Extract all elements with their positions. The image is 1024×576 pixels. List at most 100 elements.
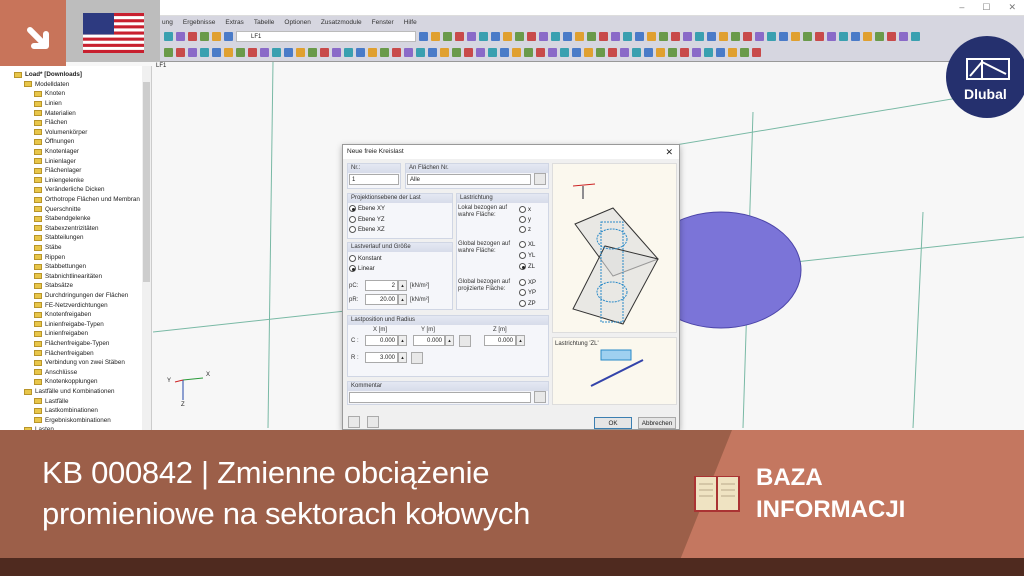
toolbar-icon[interactable]	[284, 48, 293, 57]
toolbar-icon[interactable]	[200, 31, 209, 41]
radio-xp[interactable]: XP	[519, 279, 536, 286]
toolbar-icon[interactable]	[668, 48, 677, 57]
tree-item[interactable]: Lastfälle	[34, 396, 68, 406]
toolbar-icon[interactable]	[827, 31, 836, 41]
tree-item[interactable]: Stabteilungen	[34, 233, 84, 243]
tree-item[interactable]: Lastkombinationen	[34, 406, 98, 416]
toolbar-icon[interactable]	[692, 48, 701, 57]
tree-item[interactable]: Flächenfreigaben	[34, 348, 94, 358]
toolbar-icon[interactable]	[308, 48, 317, 57]
toolbar-icon[interactable]	[659, 31, 668, 41]
toolbar-icon[interactable]	[356, 48, 365, 57]
cy-spinner[interactable]: ▴	[445, 335, 454, 346]
tree-item[interactable]: Verbindung von zwei Stäben	[34, 358, 125, 368]
tree-item[interactable]: Anschlüsse	[34, 368, 77, 378]
tree-item[interactable]: Rippen	[34, 252, 65, 262]
toolbar-icon[interactable]	[392, 48, 401, 57]
pr-input[interactable]: 20.00	[365, 294, 398, 305]
toolbar-icon[interactable]	[443, 31, 452, 41]
tree-item[interactable]: Flächenfreigabe-Typen	[34, 339, 109, 349]
close-button[interactable]: ✕	[1008, 2, 1016, 13]
toolbar-icon[interactable]	[539, 31, 548, 41]
menu-zusatzmodule[interactable]: Zusatzmodule	[321, 19, 362, 26]
toolbar-icon[interactable]	[260, 48, 269, 57]
tree-item[interactable]: Querschnitte	[34, 204, 81, 214]
tree-item[interactable]: Stabexzentrizitäten	[34, 224, 99, 234]
tree-item[interactable]: Veränderliche Dicken	[34, 185, 105, 195]
toolbar-icon[interactable]	[863, 31, 872, 41]
pr-spinner[interactable]: ▴	[398, 294, 407, 305]
tree-item[interactable]: Stäbe	[34, 243, 61, 253]
tree-item[interactable]: FE-Netzverdichtungen	[34, 300, 108, 310]
toolbar-icon[interactable]	[551, 31, 560, 41]
tree-root[interactable]: Load* [Downloads]	[14, 70, 82, 80]
toolbar-icon[interactable]	[527, 31, 536, 41]
tree-item[interactable]: Linienlager	[34, 156, 76, 166]
toolbar-icon[interactable]	[791, 31, 800, 41]
toolbar-icon[interactable]	[368, 48, 377, 57]
toolbar-icon[interactable]	[488, 48, 497, 57]
toolbar-icon[interactable]	[512, 48, 521, 57]
toolbar-icon[interactable]	[224, 48, 233, 57]
toolbar-icon[interactable]	[515, 31, 524, 41]
tree-item[interactable]: Stabbettungen	[34, 262, 86, 272]
toolbar-icon[interactable]	[752, 48, 761, 57]
toolbar-icon[interactable]	[632, 48, 641, 57]
toolbar-icon[interactable]	[452, 48, 461, 57]
pick-radius-button[interactable]	[411, 352, 423, 364]
minimize-button[interactable]: –	[959, 2, 964, 13]
tree-item[interactable]: Stabnichtlinearitäten	[34, 272, 102, 282]
maximize-button[interactable]: ☐	[982, 2, 990, 13]
radius-spinner[interactable]: ▴	[398, 352, 407, 363]
comment-library-button[interactable]	[534, 391, 546, 403]
radius-input[interactable]: 3.000	[365, 352, 398, 363]
toolbar-icon[interactable]	[467, 31, 476, 41]
cz-spinner[interactable]: ▴	[516, 335, 525, 346]
toolbar-icon[interactable]	[584, 48, 593, 57]
toolbar-icon[interactable]	[416, 48, 425, 57]
cz-input[interactable]: 0.000	[484, 335, 516, 346]
toolbar-icon[interactable]	[200, 48, 209, 57]
tree-item[interactable]: Materialien	[34, 108, 76, 118]
radio-y[interactable]: y	[519, 216, 531, 223]
tree-item[interactable]: Liniengelenke	[34, 176, 84, 186]
toolbar-icon[interactable]	[587, 31, 596, 41]
toolbar-icon[interactable]	[428, 48, 437, 57]
toolbar-icon[interactable]	[755, 31, 764, 41]
toolbar-icon[interactable]	[623, 31, 632, 41]
tree-item[interactable]: Flächen	[34, 118, 67, 128]
toolbar-icon[interactable]	[911, 31, 920, 41]
radio-zp[interactable]: ZP	[519, 300, 536, 307]
surfaces-input[interactable]: Alle	[407, 174, 531, 185]
toolbar-icon[interactable]	[419, 31, 428, 41]
toolbar-icon[interactable]	[563, 31, 572, 41]
toolbar-icon[interactable]	[380, 48, 389, 57]
radio-ebene-yz[interactable]: Ebene YZ	[349, 216, 385, 223]
tree-item[interactable]: Stabendgelenke	[34, 214, 91, 224]
toolbar-icon[interactable]	[344, 48, 353, 57]
menu-tabelle[interactable]: Tabelle	[254, 19, 275, 26]
toolbar-icon[interactable]	[611, 31, 620, 41]
toolbar-icon[interactable]	[803, 31, 812, 41]
toolbar-icon[interactable]	[176, 48, 185, 57]
toolbar-icon[interactable]	[704, 48, 713, 57]
toolbar-icon[interactable]	[479, 31, 488, 41]
tree-item[interactable]: Volumenkörper	[34, 128, 87, 138]
tree-item[interactable]: Knoten	[34, 89, 65, 99]
tree-item[interactable]: Knotenfreigaben	[34, 310, 91, 320]
us-flag-icon[interactable]	[83, 13, 144, 53]
tree-item[interactable]: Stabsätze	[34, 281, 73, 291]
toolbar-icon[interactable]	[560, 48, 569, 57]
toolbar-icon[interactable]	[212, 48, 221, 57]
toolbar-icon[interactable]	[431, 31, 440, 41]
radio-z[interactable]: z	[519, 226, 531, 233]
menu-fenster[interactable]: Fenster	[372, 19, 394, 26]
toolbar-icon[interactable]	[524, 48, 533, 57]
toolbar-icon[interactable]	[248, 48, 257, 57]
radio-ebene-xy[interactable]: Ebene XY	[349, 205, 385, 212]
toolbar-icon[interactable]	[455, 31, 464, 41]
toolbar-icon[interactable]	[500, 48, 509, 57]
toolbar-icon[interactable]	[503, 31, 512, 41]
toolbar-icon[interactable]	[671, 31, 680, 41]
toolbar-icon[interactable]	[680, 48, 689, 57]
